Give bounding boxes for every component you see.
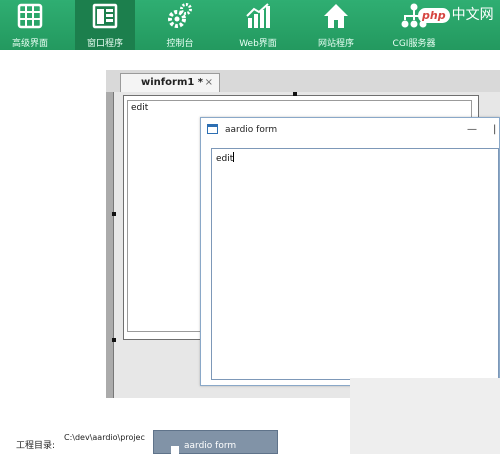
- app-window: 高级界面 窗口程序 控制台 Web界面 网站程序 CGI服务器 php 中文网 …: [0, 0, 500, 454]
- logo-text: 中文网: [451, 7, 494, 23]
- project-dir-label: 工程目录:: [16, 441, 56, 451]
- edit-text: edit: [216, 154, 234, 164]
- taskbar-button-label: aardio form: [184, 441, 237, 451]
- site-logo: php 中文网: [418, 4, 494, 26]
- house-icon: [324, 4, 348, 28]
- tab-winform1[interactable]: winform1 * ×: [120, 73, 220, 92]
- toolbar-label: 控制台: [166, 39, 194, 49]
- blurred-region: [350, 378, 500, 454]
- grid-icon: [17, 3, 43, 29]
- project-dir-path: C:\dev\aardio\projec: [64, 433, 145, 442]
- logo-badge: php: [418, 8, 450, 23]
- close-button[interactable]: |: [493, 118, 496, 142]
- toolbar-label: 高级界面: [11, 39, 48, 49]
- taskbar-aardio-form-button[interactable]: aardio form: [153, 430, 278, 454]
- aardio-form-edit-control[interactable]: edit: [211, 148, 499, 380]
- toolbar-label: 窗口程序: [86, 39, 123, 49]
- toolbar-item-website-program[interactable]: 网站程序: [306, 0, 366, 50]
- toolbar-item-advanced-ui[interactable]: 高级界面: [0, 0, 60, 50]
- aardio-form-titlebar[interactable]: aardio form — |: [201, 118, 499, 142]
- resize-handle[interactable]: [112, 212, 116, 216]
- aardio-form-window[interactable]: aardio form — | edit: [200, 117, 500, 386]
- toolbar-label: Web界面: [239, 39, 277, 49]
- aardio-form-title: aardio form: [225, 125, 278, 135]
- window-icon: [207, 124, 218, 134]
- designer-tabbar: winform1 * ×: [106, 70, 500, 92]
- toolbar-label: CGI服务器: [392, 39, 436, 49]
- top-toolbar: 高级界面 窗口程序 控制台 Web界面 网站程序 CGI服务器 php 中文网: [0, 0, 500, 50]
- toolbar-item-web-ui[interactable]: Web界面: [228, 0, 288, 50]
- minimize-button[interactable]: —: [467, 118, 477, 142]
- toolbar-item-window-program[interactable]: 窗口程序: [75, 0, 135, 50]
- resize-handle[interactable]: [112, 338, 116, 342]
- resize-handle[interactable]: [293, 92, 297, 96]
- close-icon[interactable]: ×: [205, 74, 213, 91]
- window-icon: [92, 3, 118, 29]
- toolbar-item-console[interactable]: 控制台: [150, 0, 210, 50]
- toolbar-label: 网站程序: [317, 39, 354, 49]
- window-icon: [171, 446, 179, 454]
- gears-icon: [168, 3, 192, 28]
- tab-label: winform1 *: [141, 77, 204, 88]
- text-caret: [233, 152, 235, 162]
- bar-chart-icon: [246, 3, 270, 28]
